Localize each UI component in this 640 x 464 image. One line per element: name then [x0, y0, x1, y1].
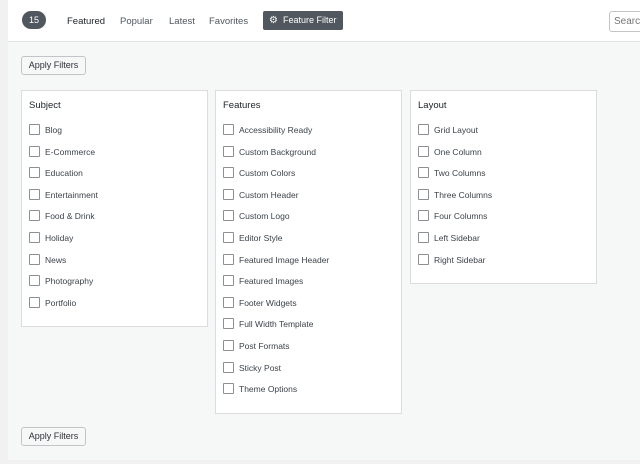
filter-option-label: News	[45, 254, 67, 265]
filter-option-label: E-Commerce	[45, 146, 96, 157]
filter-option-label: Right Sidebar	[434, 254, 486, 265]
filter-option-label: Full Width Template	[239, 319, 314, 330]
group-title: Features	[223, 100, 261, 111]
filter-option-label: Two Columns	[434, 168, 486, 179]
filter-option-label: Portfolio	[45, 297, 77, 308]
filter-option-label: Accessibility Ready	[239, 125, 313, 135]
checkbox[interactable]	[418, 167, 429, 179]
tab-featured[interactable]: Featured	[67, 16, 105, 27]
checkbox[interactable]	[223, 296, 234, 308]
search-input[interactable]	[609, 11, 640, 32]
group-title: Layout	[418, 100, 447, 111]
checkbox[interactable]	[223, 167, 234, 179]
tab-popular[interactable]: Popular	[120, 16, 153, 27]
filter-option-label: Grid Layout	[434, 125, 478, 135]
feature-filter-label: Feature Filter	[283, 15, 337, 25]
tab-latest[interactable]: Latest	[169, 16, 195, 27]
layout-filter-group: Layout Grid Layout One Column Two Columns T…	[410, 90, 597, 284]
filter-option-label: Photography	[45, 276, 94, 287]
checkbox[interactable]	[418, 210, 429, 222]
filter-option-label: Featured Image Header	[239, 254, 330, 265]
apply-filters-button-bottom[interactable]: Apply Filters	[21, 427, 86, 446]
filter-option-label: Editor Style	[239, 233, 283, 243]
checkbox[interactable]	[29, 232, 40, 243]
checkbox[interactable]	[223, 188, 234, 200]
filter-option-label: Food & Drink	[45, 211, 95, 222]
filter-option-label: Custom Logo	[239, 211, 290, 222]
gear-icon: ⚙	[269, 15, 278, 26]
checkbox[interactable]	[29, 253, 40, 265]
checkbox[interactable]	[223, 210, 234, 222]
checkbox[interactable]	[223, 383, 234, 395]
checkbox[interactable]	[29, 210, 40, 222]
checkbox[interactable]	[29, 167, 40, 179]
checkbox[interactable]	[418, 145, 429, 157]
checkbox[interactable]	[29, 275, 40, 287]
checkbox[interactable]	[223, 124, 234, 135]
feature-filter-button[interactable]: ⚙ Feature Filter	[263, 11, 343, 30]
filter-option-label: Holiday	[45, 233, 74, 243]
filter-option-label: Footer Widgets	[239, 297, 297, 308]
filter-option-label: Theme Options	[239, 384, 298, 395]
filter-option-label: Three Columns	[434, 189, 493, 200]
filter-option-label: Custom Header	[239, 189, 299, 200]
filter-option-label: Custom Colors	[239, 168, 296, 179]
features-filter-group: Features Accessibility Ready Custom Backg…	[215, 90, 402, 414]
filter-option-label: Left Sidebar	[434, 233, 480, 243]
checkbox[interactable]	[223, 275, 234, 287]
checkbox[interactable]	[223, 253, 234, 265]
group-title: Subject	[29, 100, 61, 111]
theme-count-badge: 15	[22, 11, 46, 29]
subject-filter-group: Subject Blog E-Commerce Education Entertain…	[21, 90, 208, 327]
checkbox[interactable]	[223, 318, 234, 330]
checkbox[interactable]	[29, 188, 40, 200]
filter-option-label: Entertainment	[45, 189, 98, 200]
filter-option-label: Featured Images	[239, 276, 304, 287]
filter-option-label: Blog	[45, 125, 63, 135]
checkbox[interactable]	[223, 232, 234, 243]
checkbox[interactable]	[29, 145, 40, 157]
filter-option-label: Four Columns	[434, 211, 488, 222]
tab-favorites[interactable]: Favorites	[209, 16, 248, 27]
checkbox[interactable]	[418, 188, 429, 200]
checkbox[interactable]	[223, 340, 234, 351]
apply-filters-button-top[interactable]: Apply Filters	[21, 56, 86, 75]
checkbox[interactable]	[418, 232, 429, 243]
filter-option-label: One Column	[434, 146, 482, 157]
filter-option-label: Sticky Post	[239, 362, 282, 373]
checkbox[interactable]	[29, 124, 40, 135]
filter-option-label: Education	[45, 168, 83, 179]
theme-filter-bar: 15 Featured Popular Latest Favorites ⚙ Fe…	[8, 0, 640, 42]
checkbox[interactable]	[223, 361, 234, 373]
filter-option-label: Post Formats	[239, 341, 290, 351]
checkbox[interactable]	[29, 296, 40, 308]
checkbox[interactable]	[418, 124, 429, 135]
checkbox[interactable]	[418, 253, 429, 265]
filter-drawer: Apply Filters Subject Blog E-Commerce Educ…	[8, 42, 640, 460]
filter-option-label: Custom Background	[239, 146, 317, 157]
checkbox[interactable]	[223, 145, 234, 157]
